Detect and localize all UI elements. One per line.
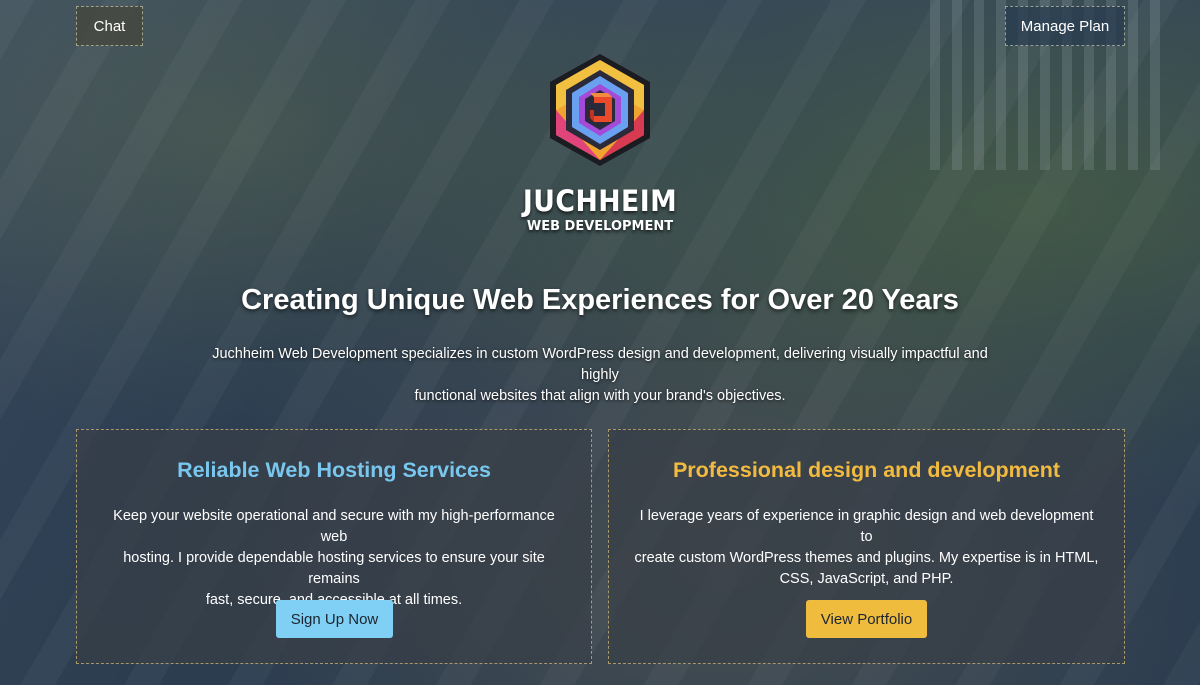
hero-intro: Juchheim Web Development specializes in … (200, 344, 1000, 407)
sign-up-button[interactable]: Sign Up Now (276, 600, 393, 638)
design-card-text-line-1: I leverage years of experience in graphi… (639, 508, 1094, 545)
manage-plan-button[interactable]: Manage Plan (1005, 6, 1125, 46)
hero-intro-line-2: functional websites that align with your… (414, 388, 786, 404)
hosting-card-title: Reliable Web Hosting Services (177, 458, 491, 482)
hosting-card: Reliable Web Hosting Services Keep your … (76, 429, 592, 664)
brand-name: JUCHHEIM (522, 184, 678, 218)
hosting-card-text-line-2: hosting. I provide dependable hosting se… (123, 550, 545, 587)
design-card-title: Professional design and development (672, 458, 1061, 482)
hexagon-j-logo-icon (550, 54, 650, 166)
hero-headline: Creating Unique Web Experiences for Over… (241, 284, 959, 316)
design-card-text: I leverage years of experience in graphi… (633, 506, 1100, 590)
design-card: Professional design and development I le… (608, 429, 1125, 664)
brand-subtitle: WEB DEVELOPMENT (526, 219, 674, 234)
hosting-card-text: Keep your website operational and secure… (101, 506, 567, 611)
hosting-card-text-line-1: Keep your website operational and secure… (113, 508, 555, 545)
hero-intro-line-1: Juchheim Web Development specializes in … (212, 346, 988, 383)
chat-button[interactable]: Chat (76, 6, 143, 46)
design-card-text-line-3: CSS, JavaScript, and PHP. (779, 571, 954, 587)
view-portfolio-button[interactable]: View Portfolio (806, 600, 927, 638)
design-card-text-line-2: create custom WordPress themes and plugi… (634, 550, 1099, 566)
